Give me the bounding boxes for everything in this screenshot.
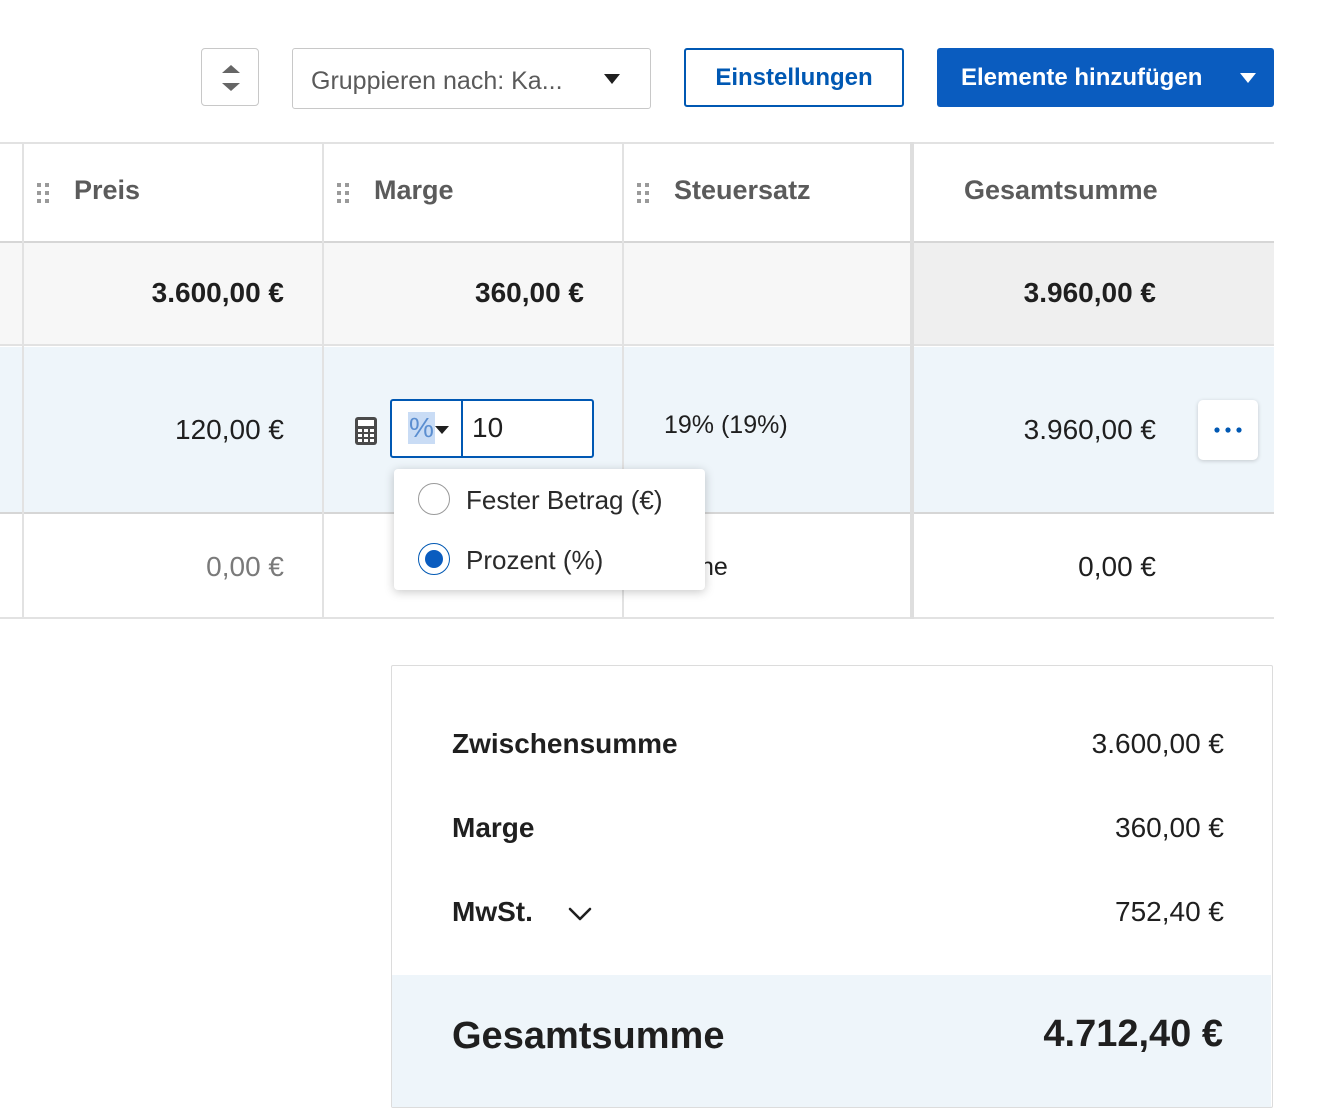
add-items-button[interactable]: Elemente hinzufügen	[937, 48, 1274, 107]
sort-button[interactable]	[201, 48, 259, 106]
add-items-label: Elemente hinzufügen	[961, 64, 1203, 91]
option-percent[interactable]: Prozent (%)	[418, 543, 688, 579]
item-total: 3.960,00 €	[1023, 414, 1156, 445]
sort-icon	[222, 65, 240, 91]
drag-handle-icon[interactable]	[636, 182, 650, 204]
group-price: 3.600,00 €	[151, 277, 284, 308]
column-header-total: Gesamtsumme	[914, 142, 1274, 242]
vat-toggle[interactable]: MwSt.	[452, 896, 593, 928]
option-label: Prozent (%)	[466, 545, 604, 575]
calculator-icon[interactable]	[355, 417, 377, 445]
column-label: Marge	[374, 175, 454, 205]
grand-total-row: Gesamtsumme 4.712,40 €	[392, 975, 1271, 1107]
group-total: 3.960,00 €	[1023, 277, 1156, 308]
subtotal-label: Zwischensumme	[452, 728, 678, 759]
vat-label: MwSt.	[452, 896, 533, 927]
margin-value: 360,00 €	[1115, 812, 1224, 843]
subtotal-row: Zwischensumme 3.600,00 €	[452, 728, 1224, 764]
column-label: Gesamtsumme	[964, 175, 1158, 205]
margin-unit-select[interactable]: %	[392, 401, 463, 456]
column-header-margin[interactable]: Marge	[324, 142, 622, 242]
row-actions-button[interactable]	[1198, 400, 1258, 460]
option-label: Fester Betrag (€)	[466, 485, 663, 515]
column-header-price[interactable]: Preis	[24, 142, 322, 242]
grand-total-label: Gesamtsumme	[452, 1015, 725, 1057]
group-margin: 360,00 €	[475, 277, 584, 308]
item-tax-rate[interactable]: 19% (19%)	[664, 411, 788, 440]
empty-row-price[interactable]: 0,00 €	[206, 551, 284, 583]
drag-handle-icon[interactable]	[336, 182, 350, 204]
caret-down-icon	[1240, 73, 1256, 83]
column-label: Preis	[74, 175, 141, 205]
totals-panel: Zwischensumme 3.600,00 € Marge 360,00 € …	[391, 665, 1273, 1108]
margin-label: Marge	[452, 812, 535, 843]
margin-value-field[interactable]: 10	[472, 412, 503, 444]
subtotal-value: 3.600,00 €	[1091, 728, 1224, 759]
vat-value: 752,40 €	[1115, 896, 1224, 927]
margin-unit-menu: Fester Betrag (€) Prozent (%)	[394, 469, 705, 590]
chevron-down-icon[interactable]	[567, 906, 593, 922]
empty-row-total: 0,00 €	[1078, 551, 1156, 582]
vat-row: MwSt. 752,40 €	[452, 896, 1224, 932]
group-by-label: Gruppieren nach: Ka...	[311, 67, 563, 95]
group-summary-row: 3.600,00 € 360,00 € 3.960,00 €	[0, 243, 1274, 345]
radio-button[interactable]	[418, 483, 450, 515]
caret-down-icon	[604, 74, 620, 84]
grand-total-value: 4.712,40 €	[1043, 1013, 1223, 1055]
caret-down-icon	[435, 426, 449, 434]
more-options-icon	[1214, 427, 1242, 433]
option-fixed-amount[interactable]: Fester Betrag (€)	[418, 483, 688, 519]
item-price[interactable]: 120,00 €	[175, 414, 284, 446]
drag-handle-icon[interactable]	[36, 182, 50, 204]
margin-row: Marge 360,00 €	[452, 812, 1224, 848]
margin-input[interactable]: % 10	[390, 399, 594, 458]
column-label: Steuersatz	[674, 175, 811, 205]
margin-unit-value: %	[408, 412, 435, 444]
group-by-select[interactable]: Gruppieren nach: Ka...	[292, 48, 651, 109]
settings-button[interactable]: Einstellungen	[684, 48, 904, 107]
column-header-tax-rate[interactable]: Steuersatz	[624, 142, 910, 242]
radio-button[interactable]	[418, 543, 450, 575]
